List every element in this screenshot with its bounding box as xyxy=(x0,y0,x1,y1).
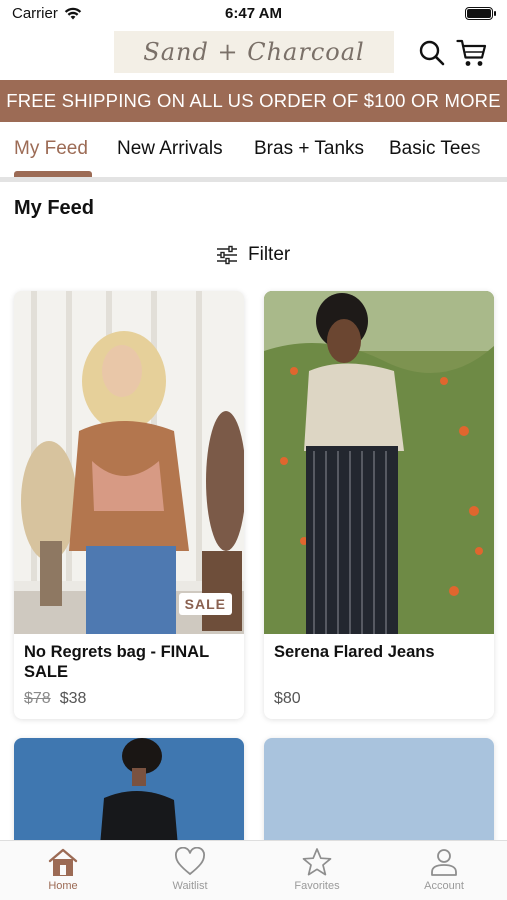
bottom-nav: Home Waitlist Favorites Account xyxy=(0,840,507,900)
status-bar: Carrier 6:47 AM xyxy=(0,0,507,28)
logo-text: Sand + Charcoal xyxy=(143,38,365,66)
search-button[interactable] xyxy=(416,37,448,69)
sliders-icon xyxy=(217,245,237,265)
cart-icon xyxy=(456,39,487,66)
nav-label: Waitlist xyxy=(172,880,208,892)
product-card[interactable]: SALE No Regrets bag - FINAL SALE $78 $38 xyxy=(14,291,244,719)
search-icon xyxy=(419,40,445,66)
nav-label: Favorites xyxy=(294,880,340,892)
product-price: $80 xyxy=(274,690,301,708)
brand-logo[interactable]: Sand + Charcoal xyxy=(114,31,394,73)
nav-favorites[interactable]: Favorites xyxy=(267,847,367,892)
product-image[interactable]: SALE xyxy=(14,291,244,634)
sale-price: $80 xyxy=(274,690,301,707)
tab-my-feed[interactable]: My Feed xyxy=(14,138,88,160)
status-time: 6:47 AM xyxy=(225,5,282,22)
nav-account[interactable]: Account xyxy=(394,847,494,892)
product-price: $78 $38 xyxy=(24,690,86,708)
tab-bras-tanks[interactable]: Bras + Tanks xyxy=(254,138,364,160)
promo-text: FREE SHIPPING ON ALL US ORDER OF $100 OR… xyxy=(6,90,501,111)
product-image[interactable] xyxy=(264,291,494,634)
filter-label: Filter xyxy=(248,244,291,265)
filter-button[interactable]: Filter xyxy=(216,244,290,266)
product-name[interactable]: No Regrets bag - FINAL SALE xyxy=(24,642,234,682)
tab-scroll-fade xyxy=(467,124,507,174)
nav-label: Home xyxy=(48,880,78,892)
product-name[interactable]: Serena Flared Jeans xyxy=(274,642,484,662)
battery-icon xyxy=(465,7,496,20)
app-header: Sand + Charcoal xyxy=(0,28,507,78)
active-tab-indicator xyxy=(14,171,92,177)
nav-home[interactable]: Home xyxy=(13,847,113,892)
home-icon xyxy=(48,848,78,876)
nav-label: Account xyxy=(424,880,464,892)
sale-price: $38 xyxy=(59,690,87,707)
sale-badge: SALE xyxy=(178,593,232,615)
tab-new-arrivals[interactable]: New Arrivals xyxy=(117,138,223,160)
page-title: My Feed xyxy=(14,197,95,219)
original-price: $78 xyxy=(24,690,51,707)
category-tab-bar: My Feed New Arrivals Bras + Tanks Basic … xyxy=(0,124,507,182)
product-card[interactable]: Serena Flared Jeans $80 xyxy=(264,291,494,719)
nav-waitlist[interactable]: Waitlist xyxy=(140,847,240,892)
promo-banner[interactable]: FREE SHIPPING ON ALL US ORDER OF $100 OR… xyxy=(0,80,507,122)
person-icon xyxy=(431,849,457,876)
star-icon xyxy=(302,848,332,876)
heart-icon xyxy=(175,847,205,876)
cart-button[interactable] xyxy=(456,37,488,69)
